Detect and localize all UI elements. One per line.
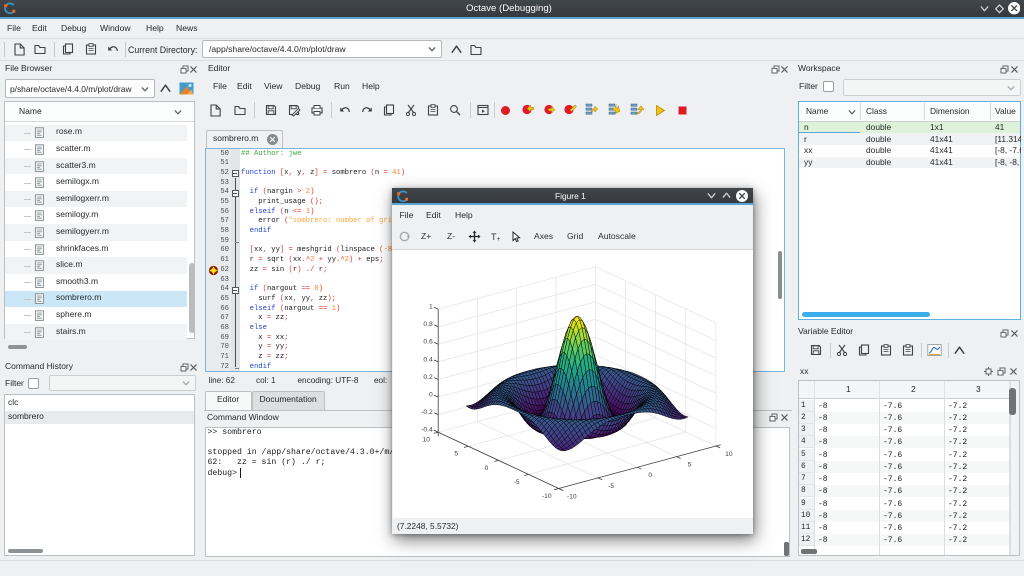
svg-text:-5: -5 — [608, 483, 614, 490]
svg-text:0: 0 — [429, 392, 433, 399]
svg-text:0: 0 — [485, 465, 489, 472]
svg-text:-10: -10 — [567, 493, 577, 500]
svg-text:-0.4: -0.4 — [421, 427, 433, 434]
svg-text:1: 1 — [429, 304, 433, 311]
svg-text:0: 0 — [648, 472, 652, 479]
svg-text:0.6: 0.6 — [423, 339, 433, 346]
svg-text:0.2: 0.2 — [423, 374, 433, 381]
svg-text:0.4: 0.4 — [423, 356, 433, 363]
svg-text:-0.2: -0.2 — [421, 409, 433, 416]
svg-text:0.8: 0.8 — [423, 321, 433, 328]
svg-text:5: 5 — [688, 462, 692, 469]
svg-text:10: 10 — [422, 437, 430, 444]
svg-text:10: 10 — [725, 451, 733, 458]
svg-text:-10: -10 — [542, 493, 552, 500]
svg-text:-5: -5 — [514, 479, 520, 486]
svg-text:5: 5 — [454, 451, 458, 458]
